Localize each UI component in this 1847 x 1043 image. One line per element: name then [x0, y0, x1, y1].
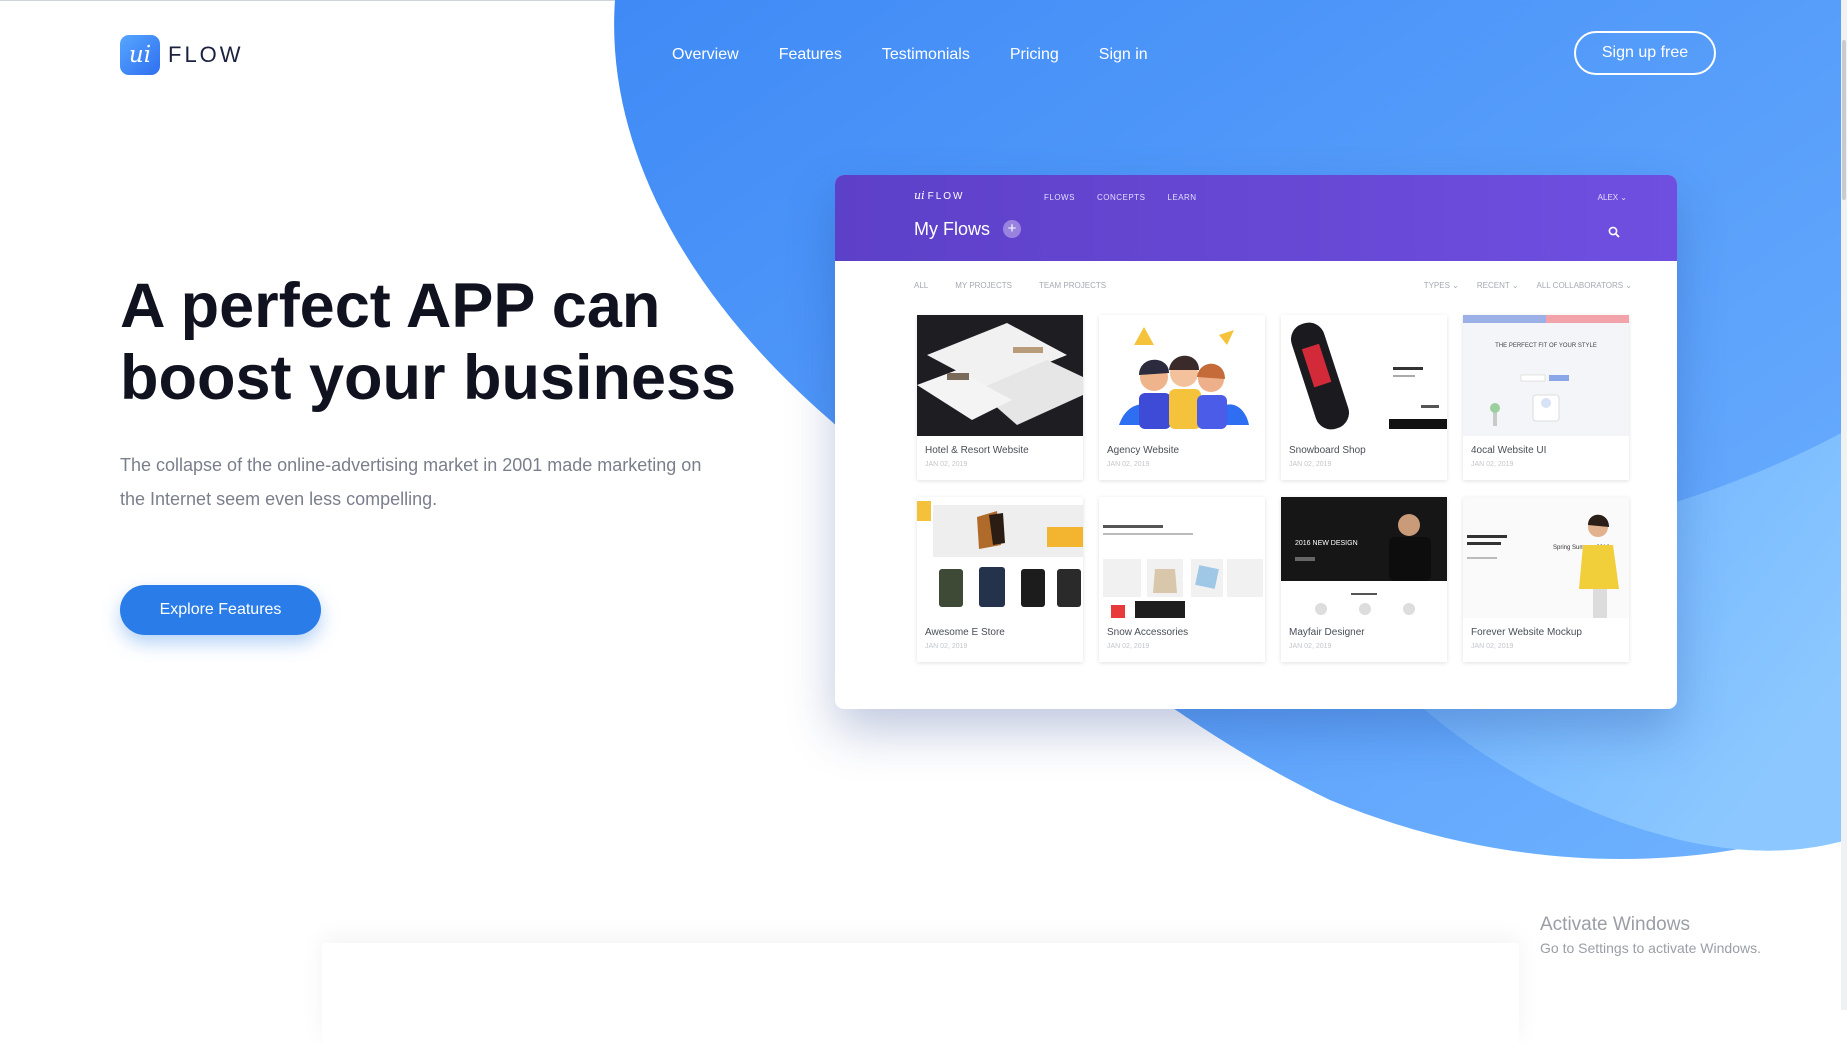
flow-thumbnail: THE PERFECT FIT OF YOUR STYLE: [1463, 315, 1629, 436]
mockup-nav-concepts: CONCEPTS: [1096, 193, 1146, 202]
flow-card-date: JAN 02, 2019: [925, 643, 968, 650]
mockup-filters: ALL MY PROJECTS TEAM PROJECTS: [914, 281, 1133, 290]
flow-card-name: Snow Accessories: [1107, 627, 1189, 638]
mockup-header: ui FLOW FLOWS CONCEPTS LEARN ALEX ⌄ My Fl…: [835, 175, 1677, 261]
flow-card-name: Mayfair Designer: [1289, 627, 1365, 638]
flow-card-date: JAN 02, 2019: [1289, 461, 1332, 468]
flow-card: Snow Accessories JAN 02, 2019: [1099, 497, 1265, 662]
flow-card-name: Hotel & Resort Website: [925, 445, 1029, 456]
mockup-filter-all: ALL: [914, 281, 929, 290]
flow-thumbnail: [1281, 315, 1447, 436]
nav-features[interactable]: Features: [779, 46, 842, 64]
bottom-content-card: [322, 943, 1519, 1043]
mockup-sort-recent: RECENT ⌄: [1476, 281, 1519, 290]
flow-card-name: Awesome E Store: [925, 627, 1005, 638]
explore-features-button[interactable]: Explore Features: [120, 585, 321, 635]
mockup-filter-team-projects: TEAM PROJECTS: [1038, 281, 1107, 290]
logo-mark: ui: [120, 35, 160, 75]
sign-up-button[interactable]: Sign up free: [1574, 31, 1716, 75]
flow-thumbnail: Spring Summer 2016: [1463, 497, 1629, 618]
main-nav: Overview Features Testimonials Pricing S…: [672, 46, 1188, 64]
hero-subtitle: The collapse of the online-advertising m…: [120, 455, 702, 509]
flow-thumbnail: [917, 315, 1083, 436]
activate-windows-subtitle: Go to Settings to activate Windows.: [1540, 940, 1761, 956]
svg-text:THE PERFECT FIT OF YOUR STYLE: THE PERFECT FIT OF YOUR STYLE: [1495, 343, 1597, 349]
flows-grid: Hotel & Resort Website JAN 02, 2019 Agen…: [917, 315, 1629, 662]
flow-thumbnail: [917, 497, 1083, 618]
nav-sign-in[interactable]: Sign in: [1099, 46, 1148, 64]
nav-overview[interactable]: Overview: [672, 46, 739, 64]
flow-thumbnail: [1099, 315, 1265, 436]
flow-card-name: Forever Website Mockup: [1471, 627, 1582, 638]
flow-card-name: Snowboard Shop: [1289, 445, 1366, 456]
nav-testimonials[interactable]: Testimonials: [882, 46, 970, 64]
mockup-nav-learn: LEARN: [1167, 193, 1197, 202]
flow-card-name: Agency Website: [1107, 445, 1180, 456]
hero-title: A perfect APP can boost your business: [120, 271, 737, 413]
window-top-border: [0, 0, 1847, 1]
mockup-sort-types: TYPES ⌄: [1423, 281, 1459, 290]
flow-card-date: JAN 02, 2019: [1471, 643, 1514, 650]
flow-card: Agency Website JAN 02, 2019: [1099, 315, 1265, 480]
mockup-add-icon: +: [1003, 220, 1021, 238]
app-mockup: ui FLOW FLOWS CONCEPTS LEARN ALEX ⌄ My Fl…: [835, 175, 1677, 709]
mockup-filter-my-projects: MY PROJECTS: [955, 281, 1012, 290]
flow-card: Awesome E Store JAN 02, 2019: [917, 497, 1083, 662]
flow-card: THE PERFECT FIT OF YOUR STYLE 4ocal Webs…: [1463, 315, 1629, 480]
flow-card: Hotel & Resort Website JAN 02, 2019: [917, 315, 1083, 480]
mockup-nav-flows: FLOWS: [1044, 193, 1075, 202]
flow-card-date: JAN 02, 2019: [1289, 643, 1332, 650]
mockup-logo: ui FLOW: [914, 189, 965, 202]
mockup-sort-collaborators: ALL COLLABORATORS ⌄: [1536, 281, 1632, 290]
logo-text: FLOW: [168, 42, 244, 67]
mockup-search-icon: [1608, 226, 1620, 238]
mockup-title: My Flows: [914, 219, 990, 239]
page-scrollbar-thumb[interactable]: [1842, 40, 1846, 200]
flow-card-date: JAN 02, 2019: [1471, 461, 1514, 468]
flow-card: Snowboard Shop JAN 02, 2019: [1281, 315, 1447, 480]
svg-text:2016 NEW DESIGN: 2016 NEW DESIGN: [1295, 540, 1358, 547]
flow-card: Spring Summer 2016 Forever Website Mocku…: [1463, 497, 1629, 662]
flow-card-date: JAN 02, 2019: [1107, 461, 1150, 468]
logo[interactable]: ui FLOW: [120, 35, 244, 75]
mockup-sort-controls: TYPES ⌄ RECENT ⌄ ALL COLLABORATORS ⌄: [1406, 281, 1632, 290]
flow-thumbnail: 2016 NEW DESIGN: [1281, 497, 1447, 618]
flow-card-name: 4ocal Website UI: [1471, 445, 1547, 456]
activate-windows-title: Activate Windows: [1540, 914, 1690, 935]
flow-card: 2016 NEW DESIGN Mayfair Designer JAN 02,…: [1281, 497, 1447, 662]
mockup-user-menu: ALEX ⌄: [1597, 193, 1627, 202]
flow-card-date: JAN 02, 2019: [925, 461, 968, 468]
flow-card-date: JAN 02, 2019: [1107, 643, 1150, 650]
nav-pricing[interactable]: Pricing: [1010, 46, 1059, 64]
flow-thumbnail: [1099, 497, 1265, 618]
mockup-nav: FLOWS CONCEPTS LEARN: [1044, 193, 1219, 202]
